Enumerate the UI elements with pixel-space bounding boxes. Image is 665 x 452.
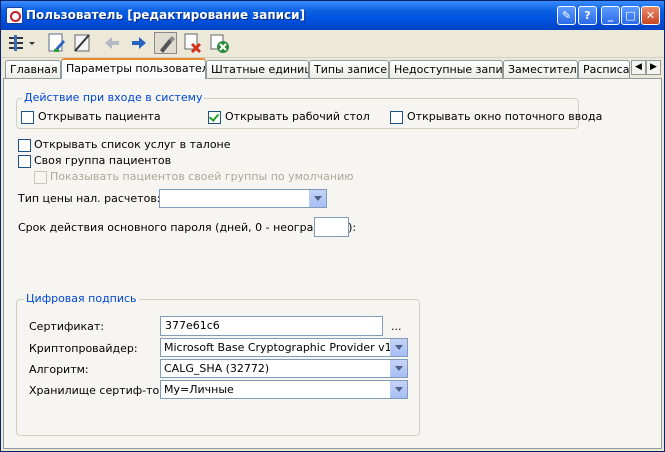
title-bar[interactable]: Пользователь [редактирование записи] ✎ ?… (1, 1, 664, 30)
show-group-checkbox[interactable] (34, 171, 47, 184)
tab-strip: Главная Параметры пользователя Штатные е… (3, 58, 664, 79)
tab-schedule[interactable]: Расписа (578, 60, 630, 78)
tab-user-params[interactable]: Параметры пользователя (61, 58, 206, 79)
password-term-input[interactable] (314, 217, 349, 237)
algorithm-label: Алгоритм: (29, 363, 89, 376)
digital-signature-legend: Цифровая подпись (24, 292, 139, 305)
login-action-legend: Действие при входе в систему (22, 91, 205, 104)
chevron-down-icon[interactable] (309, 190, 326, 207)
open-desktop-label: Открывать рабочий стол (225, 110, 370, 123)
chevron-down-icon[interactable] (390, 360, 407, 377)
cert-store-select[interactable]: My=Личные (160, 380, 408, 399)
maximize-button[interactable]: □ (621, 6, 640, 25)
tab-main[interactable]: Главная (5, 60, 61, 78)
close-button[interactable]: ✕ (641, 6, 660, 25)
show-group-label: Показывать пациентов своей группы по умо… (50, 170, 354, 183)
window: Пользователь [редактирование записи] ✎ ?… (0, 0, 665, 452)
checkmark-icon (208, 111, 220, 122)
open-services-label: Открывать список услуг в талоне (34, 138, 231, 151)
tab-record-types[interactable]: Типы записей (309, 60, 389, 78)
tab-staff-units[interactable]: Штатные единицы (206, 60, 309, 78)
edit-document-icon[interactable] (45, 32, 68, 54)
own-group-label: Своя группа пациентов (34, 154, 172, 167)
open-stream-input-checkbox[interactable] (390, 111, 403, 124)
provider-select[interactable]: Microsoft Base Cryptographic Provider v1… (160, 338, 408, 357)
view-menu-icon[interactable] (6, 32, 38, 54)
cert-store-value: My=Личные (164, 383, 234, 396)
brush-icon[interactable] (154, 32, 177, 54)
close-record-icon[interactable] (208, 32, 231, 54)
tab-scroll-left-icon[interactable]: ◀ (631, 60, 646, 75)
certificate-label: Сертификат: (29, 320, 105, 333)
tools-icon[interactable]: ✎ (557, 6, 576, 25)
certificate-browse-button[interactable]: ... (391, 320, 402, 333)
algorithm-select[interactable]: CALG_SHA (32772) (160, 359, 408, 378)
help-icon[interactable]: ? (578, 6, 597, 25)
own-group-checkbox[interactable] (18, 155, 31, 168)
price-type-label: Тип цены нал. расчетов: (18, 192, 161, 205)
user-params-panel: Действие при входе в систему Открывать п… (3, 78, 662, 449)
provider-label: Криптопровайдер: (29, 342, 138, 355)
chevron-down-icon[interactable] (390, 381, 407, 398)
open-services-checkbox[interactable] (18, 139, 31, 152)
cert-store-label: Хранилище сертиф-тов: (29, 384, 170, 397)
app-icon (6, 7, 23, 24)
open-desktop-checkbox[interactable] (208, 111, 221, 124)
price-type-select[interactable] (159, 189, 327, 208)
chevron-down-icon[interactable] (390, 339, 407, 356)
password-term-label: Срок действия основного пароля (дней, 0 … (18, 221, 357, 234)
tab-deputies[interactable]: Заместители (503, 60, 578, 78)
tab-scroll-right-icon[interactable]: ▶ (646, 60, 661, 75)
open-patient-label: Открывать пациента (38, 110, 161, 123)
minimize-button[interactable]: _ (601, 6, 620, 25)
open-stream-input-label: Открывать окно поточного ввода (407, 110, 603, 123)
back-arrow-icon[interactable] (101, 32, 124, 54)
login-action-group: Действие при входе в систему Открывать п… (16, 91, 602, 129)
toolbar (1, 30, 664, 58)
certificate-field[interactable]: 377e61c6 (160, 316, 383, 336)
digital-signature-group: Цифровая подпись Сертификат: 377e61c6 ..… (16, 292, 420, 436)
tab-unavailable-records[interactable]: Недоступные записи (389, 60, 503, 78)
edit-frame-icon[interactable] (71, 32, 94, 54)
forward-arrow-icon[interactable] (127, 32, 150, 54)
provider-value: Microsoft Base Cryptographic Provider v1… (164, 341, 403, 354)
window-title: Пользователь [редактирование записи] (26, 8, 306, 22)
algorithm-value: CALG_SHA (32772) (164, 362, 270, 375)
delete-record-icon[interactable] (181, 32, 204, 54)
open-patient-checkbox[interactable] (21, 111, 34, 124)
